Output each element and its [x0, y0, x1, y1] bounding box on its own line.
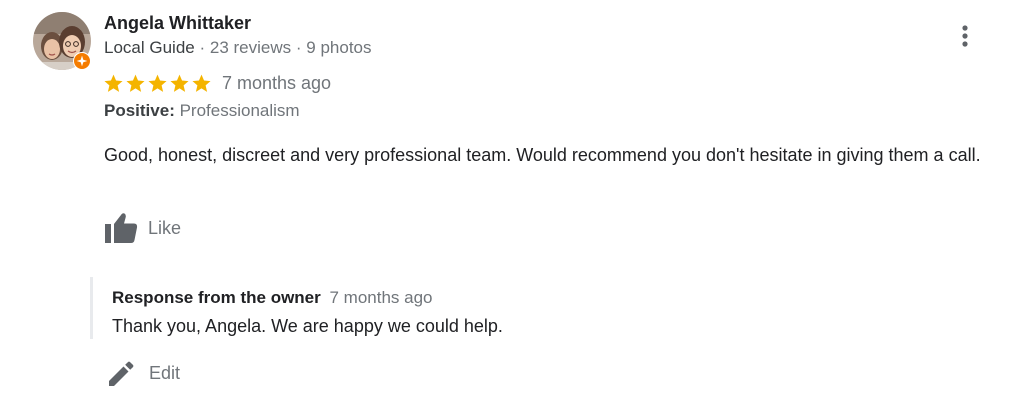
edit-label: Edit	[149, 362, 181, 383]
review-time: 7 months ago	[222, 73, 332, 93]
rating-row: 7 months ago	[103, 71, 331, 95]
star-rating	[103, 73, 212, 94]
more-vert-icon	[962, 25, 968, 47]
more-options-button[interactable]	[950, 20, 980, 52]
thumbs-up-icon	[105, 213, 138, 243]
positive-label: Positive:	[104, 101, 175, 120]
review-text: Good, honest, discreet and very professi…	[104, 145, 981, 165]
reviewer-meta: Local Guide · 23 reviews · 9 photos	[104, 37, 372, 59]
pencil-icon	[109, 361, 134, 386]
local-guide-badge-icon	[73, 52, 91, 70]
star-icon	[126, 74, 145, 92]
owner-response: Response from the owner 7 months ago Tha…	[90, 277, 993, 339]
response-text: Thank you, Angela. We are happy we could…	[112, 316, 503, 336]
meta-separator: ·	[295, 38, 302, 57]
photo-count: 9 photos	[306, 38, 372, 57]
like-label: Like	[148, 217, 182, 238]
response-time: 7 months ago	[329, 288, 433, 307]
star-icon	[170, 74, 189, 92]
star-icon	[148, 74, 167, 92]
like-button[interactable]: Like	[103, 211, 181, 245]
star-icon	[104, 74, 123, 92]
reviewer-name[interactable]: Angela Whittaker	[104, 12, 251, 34]
positive-value: Professionalism	[179, 101, 300, 120]
reviewer-avatar[interactable]	[33, 12, 91, 70]
edit-response-button[interactable]: Edit	[106, 357, 180, 389]
response-title: Response from the owner	[112, 288, 321, 307]
star-icon	[192, 74, 211, 92]
local-guide-label: Local Guide	[104, 38, 195, 57]
review-count: 23 reviews	[209, 38, 292, 57]
positive-attributes: Positive: Professionalism	[104, 100, 300, 122]
meta-separator: ·	[199, 38, 206, 57]
response-header: Response from the owner 7 months ago	[112, 287, 433, 309]
